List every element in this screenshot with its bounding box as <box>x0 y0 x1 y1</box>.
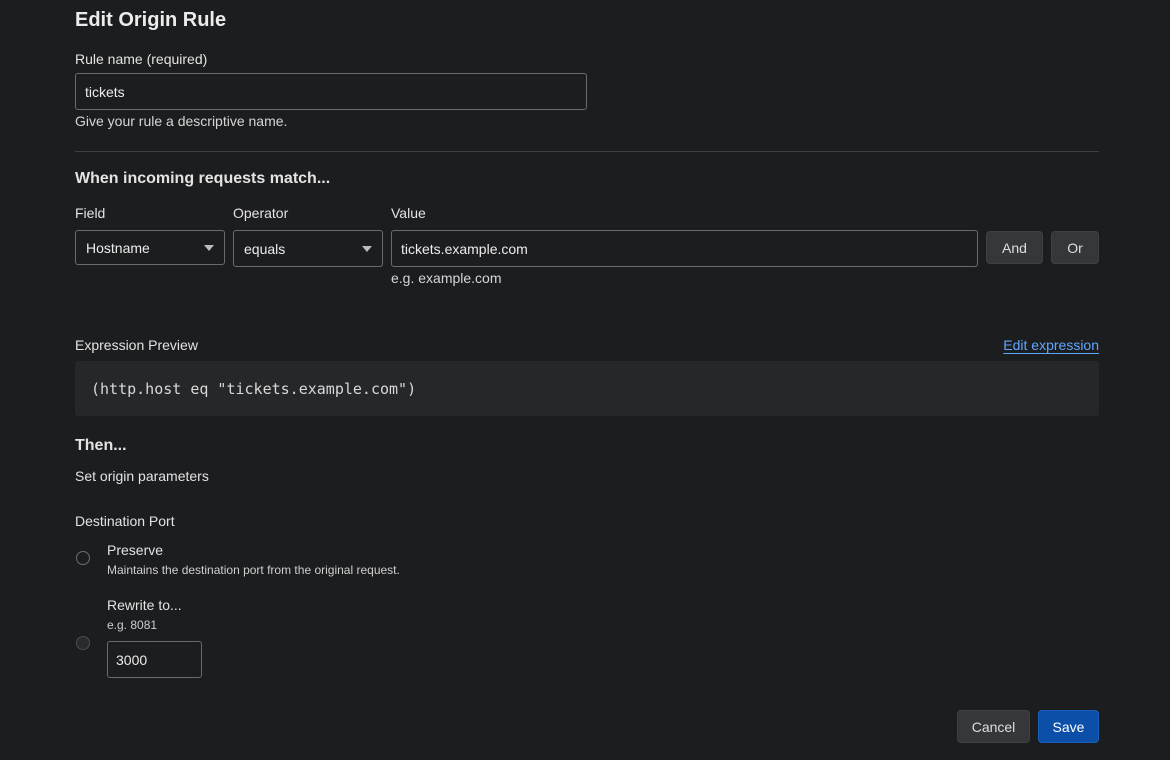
value-label: Value <box>391 205 426 221</box>
rewrite-port-value: 3000 <box>116 651 148 668</box>
preserve-description: Maintains the destination port from the … <box>107 563 400 577</box>
operator-label: Operator <box>233 205 289 221</box>
then-heading: Then... <box>75 437 127 454</box>
page-title: Edit Origin Rule <box>75 9 227 31</box>
rule-name-input[interactable]: tickets <box>75 73 587 110</box>
value-hint: e.g. example.com <box>391 270 502 286</box>
expression-preview: (http.host eq "tickets.example.com") <box>75 361 1099 416</box>
rule-name-label: Rule name (required) <box>75 51 208 67</box>
value-input[interactable]: tickets.example.com <box>391 230 978 267</box>
field-label: Field <box>75 205 106 221</box>
expression-preview-label: Expression Preview <box>75 337 198 353</box>
and-button[interactable]: And <box>986 231 1043 264</box>
save-button[interactable]: Save <box>1038 710 1099 743</box>
match-heading: When incoming requests match... <box>75 170 331 187</box>
or-button[interactable]: Or <box>1051 231 1099 264</box>
chevron-down-icon <box>204 244 214 251</box>
value-input-value: tickets.example.com <box>401 240 528 257</box>
section-divider <box>75 151 1099 152</box>
preserve-radio[interactable] <box>76 551 90 565</box>
operator-select-value: equals <box>244 240 286 257</box>
field-select-value: Hostname <box>86 239 150 256</box>
edit-expression-link[interactable]: Edit expression <box>1003 337 1099 353</box>
chevron-down-icon <box>362 245 372 252</box>
rewrite-radio[interactable] <box>76 636 90 650</box>
then-subheading: Set origin parameters <box>75 468 209 484</box>
rewrite-label: Rewrite to... <box>107 597 182 613</box>
rule-name-value: tickets <box>85 83 125 100</box>
field-select[interactable]: Hostname <box>75 230 225 265</box>
rewrite-hint: e.g. 8081 <box>107 618 158 632</box>
preserve-label: Preserve <box>107 542 164 558</box>
edit-origin-rule-form: Edit Origin Rule Rule name (required) ti… <box>75 0 1099 760</box>
expression-code: (http.host eq "tickets.example.com") <box>91 379 417 398</box>
cancel-button[interactable]: Cancel <box>957 710 1030 743</box>
destination-port-label: Destination Port <box>75 513 175 529</box>
operator-select[interactable]: equals <box>233 230 383 267</box>
rewrite-port-input[interactable]: 3000 <box>107 641 202 678</box>
rule-name-help: Give your rule a descriptive name. <box>75 113 288 129</box>
